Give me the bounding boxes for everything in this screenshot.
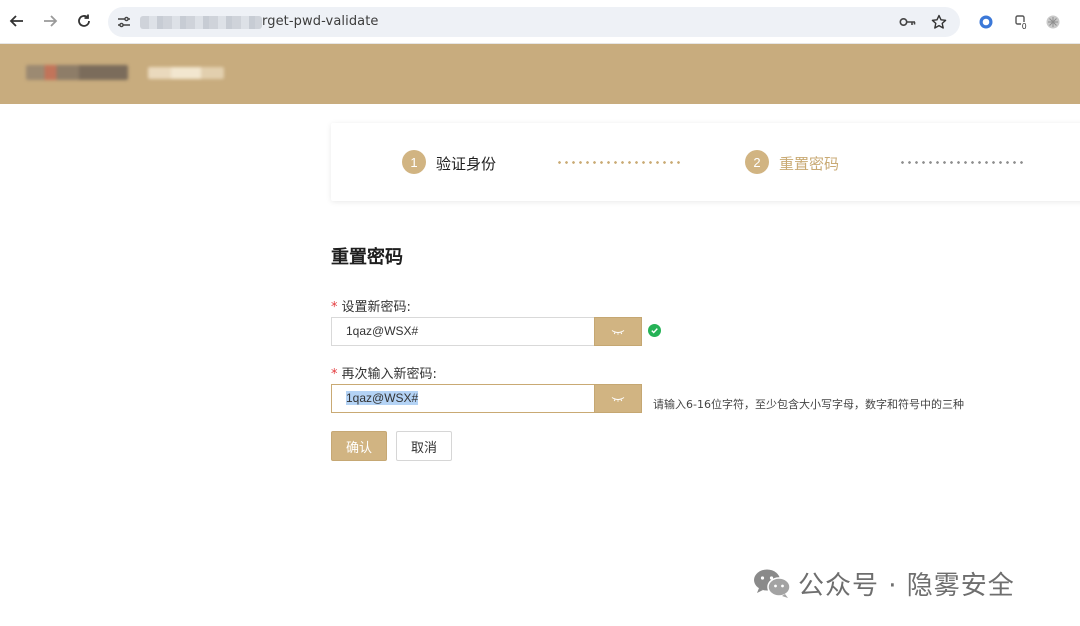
valid-check-icon: [648, 324, 661, 337]
site-header: [0, 44, 1080, 104]
confirm-password-input[interactable]: 1qaz@WSX#: [331, 384, 595, 413]
new-password-value: 1qaz@WSX#: [346, 324, 419, 338]
new-password-label-text: 设置新密码:: [341, 300, 411, 315]
bookmark-star-icon[interactable]: [930, 13, 948, 31]
password-hint: 请输入6-16位字符，至少包含大小写字母，数字和符号中的三种: [653, 398, 964, 411]
step-2-number: 2: [745, 150, 769, 174]
step-connector-pending: [899, 161, 1027, 164]
confirm-button[interactable]: 确认: [331, 431, 387, 461]
cancel-button[interactable]: 取消: [396, 431, 452, 461]
watermark: 公众号 · 隐雾安全: [752, 563, 1015, 603]
toggle-password-visibility-button[interactable]: [594, 317, 642, 346]
required-mark: *: [331, 300, 338, 315]
back-arrow-icon[interactable]: [6, 10, 28, 32]
reload-icon[interactable]: [73, 10, 95, 32]
new-password-input[interactable]: 1qaz@WSX#: [331, 317, 595, 346]
url-text: rget-pwd-validate: [262, 14, 379, 29]
wechat-icon: [752, 567, 792, 599]
step-2-label: 重置密码: [779, 155, 840, 173]
toggle-confirm-visibility-button[interactable]: [594, 384, 642, 413]
step-1-number: 1: [402, 150, 426, 174]
step-1-label: 验证身份: [436, 155, 497, 173]
site-logo-redacted[interactable]: [26, 65, 128, 80]
forward-arrow-icon[interactable]: [39, 10, 61, 32]
site-title-redacted: [148, 67, 224, 79]
extension-circle-icon[interactable]: [976, 12, 996, 32]
profile-avatar-icon[interactable]: [1043, 12, 1063, 32]
browser-toolbar: rget-pwd-validate 0: [0, 0, 1080, 44]
extension-badge-count: 0: [1021, 22, 1028, 31]
page-title: 重置密码: [331, 247, 403, 268]
site-settings-icon[interactable]: [116, 14, 132, 30]
watermark-text: 公众号 · 隐雾安全: [798, 570, 1015, 601]
extension-badge-icon[interactable]: 0: [1011, 12, 1031, 32]
new-password-label: * 设置新密码:: [331, 296, 411, 315]
step-connector-done: [556, 161, 684, 164]
url-redacted: [140, 16, 262, 29]
confirm-password-label: * 再次输入新密码:: [331, 363, 437, 382]
address-bar[interactable]: rget-pwd-validate: [108, 7, 960, 37]
steps-progress: 1 验证身份 2 重置密码: [331, 123, 1080, 201]
required-mark: *: [331, 367, 338, 382]
confirm-password-label-text: 再次输入新密码:: [341, 367, 437, 382]
eye-closed-icon: [611, 329, 625, 335]
confirm-password-value: 1qaz@WSX#: [346, 391, 419, 405]
eye-closed-icon: [611, 396, 625, 402]
password-key-icon[interactable]: [899, 13, 917, 31]
